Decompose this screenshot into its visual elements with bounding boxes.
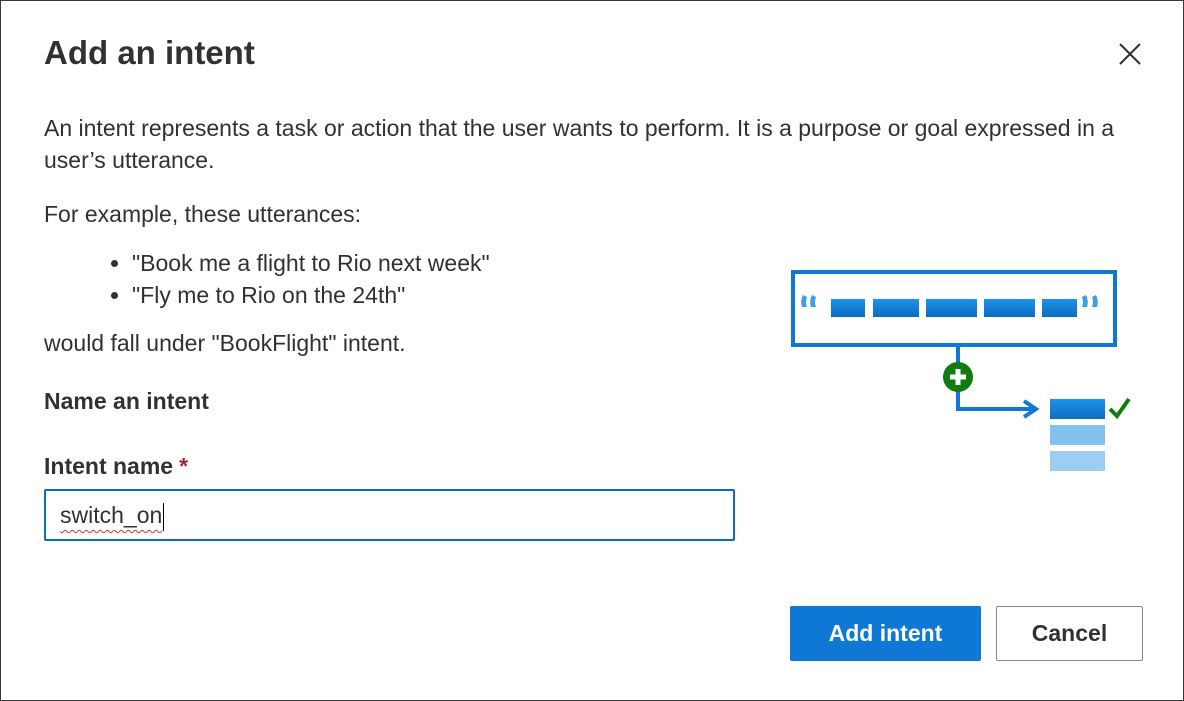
- list-item: "Book me a flight to Rio next week": [132, 247, 490, 279]
- intent-name-input[interactable]: switch_on: [44, 489, 735, 541]
- intent-bar: [1050, 425, 1105, 445]
- arrow-right-icon: [956, 391, 1034, 411]
- list-item: "Fly me to Rio on the 24th": [132, 279, 490, 311]
- add-intent-dialog: Add an intent An intent represents a tas…: [0, 0, 1184, 701]
- required-asterisk: *: [179, 453, 189, 479]
- close-button[interactable]: [1114, 38, 1146, 70]
- example-tail-text: would fall under "BookFlight" intent.: [44, 330, 406, 356]
- intent-bar: [1050, 451, 1105, 471]
- word-bar: [984, 299, 1035, 317]
- intent-illustration: [791, 270, 1131, 471]
- checkmark-icon: [1108, 397, 1131, 420]
- word-bar: [926, 299, 977, 317]
- word-bar: [873, 299, 919, 317]
- dialog-title: Add an intent: [44, 34, 255, 71]
- intent-name-label-text: Intent name: [44, 453, 174, 479]
- intent-description: An intent represents a task or action th…: [44, 115, 1115, 173]
- intent-name-value: switch_on: [60, 502, 163, 528]
- cancel-button[interactable]: Cancel: [996, 606, 1143, 661]
- example-lead-text: For example, these utterances:: [44, 201, 362, 227]
- example-utterance-list: "Book me a flight to Rio next week" "Fly…: [86, 247, 490, 311]
- word-bar: [831, 299, 865, 317]
- text-caret: [163, 503, 164, 531]
- intent-name-label: Intent name *: [44, 450, 188, 482]
- intent-bar-selected: [1050, 399, 1105, 419]
- add-intent-button[interactable]: Add intent: [790, 606, 981, 661]
- close-icon: [1119, 43, 1141, 65]
- add-circle-icon: [943, 362, 973, 392]
- section-heading: Name an intent: [44, 388, 209, 414]
- word-bar: [1042, 299, 1077, 317]
